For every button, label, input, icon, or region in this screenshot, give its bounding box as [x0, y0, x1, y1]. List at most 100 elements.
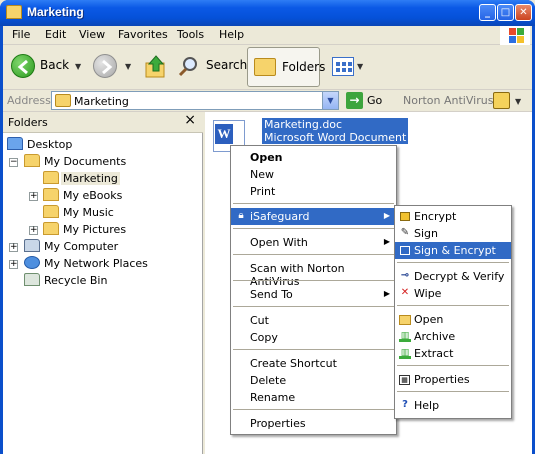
minimize-button[interactable]: _	[479, 4, 496, 21]
submenu-arrow-icon: ▶	[383, 211, 390, 220]
forward-dropdown-icon[interactable]: ▼	[125, 62, 131, 71]
submenu-arrow-icon: ▶	[383, 289, 390, 298]
sub-sign[interactable]: ✎ Sign	[395, 225, 511, 242]
ctx-print[interactable]: Print	[231, 183, 396, 200]
file-type: Microsoft Word Document	[264, 131, 407, 144]
close-icon[interactable]: ×	[184, 112, 196, 128]
ctx-delete[interactable]: Delete	[231, 372, 396, 389]
go-button[interactable]: Go	[367, 94, 382, 107]
windows-logo-icon	[500, 26, 530, 45]
menu-separator	[397, 391, 509, 392]
sub-encrypt[interactable]: Encrypt	[395, 208, 511, 225]
window-title: Marketing	[27, 5, 84, 19]
sub-decrypt-verify[interactable]: ⊸ Decrypt & Verify	[395, 268, 511, 285]
menu-separator	[233, 254, 394, 255]
ctx-copy[interactable]: Copy	[231, 329, 396, 346]
file-name: Marketing.doc	[264, 118, 343, 131]
lock-icon	[400, 212, 410, 221]
toolbar: Back ▼ ▼ Search Folders ▼	[3, 46, 532, 90]
menu-view[interactable]: View	[79, 28, 105, 41]
submenu-arrow-icon: ▶	[383, 237, 390, 246]
ctx-properties[interactable]: Properties	[231, 415, 396, 432]
isafeguard-submenu: Encrypt ✎ Sign Sign & Encrypt ⊸ Decrypt …	[394, 205, 512, 419]
ctx-isafeguard[interactable]: 🔒︎ iSafeguard ▶	[231, 208, 396, 225]
address-dropdown-icon[interactable]: ▼	[322, 92, 338, 109]
address-input[interactable]: Marketing ▼	[51, 91, 339, 110]
norton-antivirus-label[interactable]: Norton AntiVirus	[403, 94, 493, 107]
folders-button[interactable]: Folders	[247, 47, 325, 87]
folder-icon	[55, 94, 71, 107]
menu-separator	[233, 280, 394, 281]
ctx-open-with[interactable]: Open With ▶	[231, 234, 396, 251]
ctx-rename[interactable]: Rename	[231, 389, 396, 406]
ctx-create-shortcut[interactable]: Create Shortcut	[231, 355, 396, 372]
folders-pane: Folders × Desktop − My Documents Marketi…	[3, 112, 203, 454]
x-icon: ✕	[400, 287, 410, 298]
address-label: Address	[7, 94, 51, 107]
expand-icon[interactable]: +	[9, 243, 18, 252]
sub-open[interactable]: Open	[395, 311, 511, 328]
views-icon[interactable]	[332, 57, 354, 76]
close-button[interactable]: ✕	[515, 4, 532, 21]
menu-file[interactable]: File	[12, 28, 30, 41]
back-dropdown-icon[interactable]: ▼	[75, 62, 81, 71]
search-button[interactable]: Search	[206, 58, 247, 72]
ctx-new[interactable]: New	[231, 166, 396, 183]
expand-icon[interactable]: +	[29, 226, 38, 235]
folder-icon	[43, 171, 59, 184]
sub-help[interactable]: ? Help	[395, 397, 511, 414]
pictures-folder-icon	[43, 222, 59, 235]
pen-icon: ✎	[400, 227, 410, 238]
collapse-icon[interactable]: −	[9, 158, 18, 167]
menu-separator	[233, 306, 394, 307]
sub-archive[interactable]: ▥ Archive	[395, 328, 511, 345]
menu-separator	[397, 262, 509, 263]
menu-help[interactable]: Help	[219, 28, 244, 41]
folder-icon	[6, 5, 22, 19]
sub-sign-encrypt[interactable]: Sign & Encrypt	[395, 242, 511, 259]
network-icon	[24, 256, 40, 269]
help-icon: ?	[402, 399, 408, 410]
norton-dropdown-icon[interactable]: ▼	[515, 97, 521, 106]
folder-open-icon	[399, 315, 411, 325]
forward-arrow-icon[interactable]	[93, 54, 117, 78]
folders-pane-title: Folders	[8, 116, 48, 129]
properties-icon: ▦	[399, 375, 410, 385]
key-icon: ⊸	[400, 270, 410, 281]
documents-folder-icon	[24, 154, 40, 167]
recycle-bin-icon	[24, 273, 40, 286]
title-bar[interactable]: Marketing _ □ ✕	[0, 0, 535, 26]
ctx-cut[interactable]: Cut	[231, 312, 396, 329]
file-item-label[interactable]: Marketing.doc Microsoft Word Document	[262, 118, 409, 144]
ctx-open[interactable]: Open	[231, 149, 396, 166]
sub-wipe[interactable]: ✕ Wipe	[395, 285, 511, 302]
menu-tools[interactable]: Tools	[177, 28, 204, 41]
menu-separator	[233, 228, 394, 229]
menu-separator	[397, 365, 509, 366]
menu-separator	[397, 305, 509, 306]
maximize-button[interactable]: □	[497, 4, 514, 21]
go-arrow-icon[interactable]: →	[346, 92, 363, 109]
ctx-scan-norton[interactable]: Scan with Norton AntiVirus	[231, 260, 396, 288]
norton-icon[interactable]	[493, 92, 510, 109]
ctx-send-to[interactable]: Send To ▶	[231, 286, 396, 303]
views-dropdown-icon[interactable]: ▼	[357, 62, 363, 71]
menu-bar: File Edit View Favorites Tools Help	[3, 26, 532, 45]
folder-icon	[43, 188, 59, 201]
computer-icon	[24, 239, 40, 252]
sub-properties[interactable]: ▦ Properties	[395, 371, 511, 388]
up-folder-icon[interactable]	[144, 54, 168, 80]
expand-icon[interactable]: +	[9, 260, 18, 269]
search-icon[interactable]	[178, 55, 200, 77]
menu-edit[interactable]: Edit	[45, 28, 66, 41]
folders-label: Folders	[282, 60, 326, 74]
lock-icon	[400, 246, 410, 255]
expand-icon[interactable]: +	[29, 192, 38, 201]
back-button[interactable]: Back	[40, 58, 69, 72]
folder-icon	[254, 58, 276, 76]
sub-extract[interactable]: ▥ Extract	[395, 345, 511, 362]
desktop-icon	[7, 137, 23, 150]
back-arrow-icon[interactable]	[11, 54, 35, 78]
context-menu: Open New Print 🔒︎ iSafeguard ▶ Open With…	[230, 145, 397, 435]
menu-favorites[interactable]: Favorites	[118, 28, 168, 41]
